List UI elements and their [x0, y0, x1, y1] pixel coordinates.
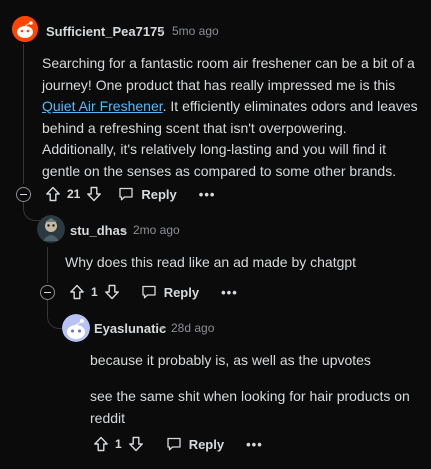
reply-icon — [167, 437, 181, 451]
comment-author[interactable]: Sufficient_Pea7175 — [46, 24, 165, 39]
collapse-icon[interactable] — [40, 284, 55, 300]
reply-label: Reply — [188, 436, 225, 452]
avatar[interactable] — [62, 314, 90, 342]
comment-actions: 1 Reply ••• — [40, 280, 238, 304]
thread-line-reply-1[interactable] — [47, 247, 48, 283]
upvote-icon[interactable] — [69, 284, 85, 300]
comment-timestamp[interactable]: 2mo ago — [133, 223, 180, 237]
comment-body: Why does this read like an ad made by ch… — [65, 254, 357, 270]
reply-icon — [119, 187, 134, 201]
more-icon[interactable]: ••• — [246, 437, 263, 452]
reply-icon — [142, 285, 156, 299]
vote-count: 21 — [67, 187, 81, 201]
downvote-icon[interactable] — [128, 436, 144, 452]
comment-timestamp[interactable]: 5mo ago — [172, 24, 219, 38]
thread-line-main[interactable] — [23, 44, 24, 184]
reply-button[interactable]: Reply — [166, 436, 224, 452]
comment-body-text: Searching for a fantastic room air fresh… — [42, 55, 415, 93]
reply-label: Reply — [163, 284, 200, 300]
upvote-icon[interactable] — [93, 436, 109, 452]
collapse-icon[interactable] — [16, 186, 31, 202]
comment-body-paragraph: because it probably is, as well as the u… — [90, 352, 371, 368]
upvote-icon[interactable] — [45, 186, 61, 202]
downvote-icon[interactable] — [104, 284, 120, 300]
comment-dot: • — [160, 321, 165, 335]
comment-body: Searching for a fantastic room air fresh… — [42, 53, 420, 182]
more-icon[interactable]: ••• — [221, 285, 238, 300]
avatar[interactable] — [37, 215, 65, 243]
comment-dot: • — [160, 24, 165, 38]
more-icon[interactable]: ••• — [199, 187, 216, 202]
reply-button[interactable]: Reply — [141, 284, 199, 300]
comment-timestamp[interactable]: 28d ago — [171, 321, 214, 335]
vote-count: 1 — [115, 437, 122, 451]
comment-actions: 1 Reply ••• — [93, 432, 263, 456]
comment-dot: • — [122, 223, 127, 237]
reply-button[interactable]: Reply — [118, 186, 177, 202]
vote-count: 1 — [91, 285, 98, 299]
comment-actions: 21 Reply ••• — [16, 182, 215, 206]
avatar[interactable] — [12, 16, 38, 42]
reply-label: Reply — [141, 186, 177, 202]
comment-body-paragraph: see the same shit when looking for hair … — [90, 388, 410, 426]
product-link[interactable]: Quiet Air Freshener — [42, 98, 163, 114]
thread-connector-1 — [23, 207, 41, 221]
thread-connector-2 — [47, 310, 62, 329]
downvote-icon[interactable] — [86, 186, 102, 202]
comment-author[interactable]: stu_dhas — [70, 223, 127, 238]
comment-author[interactable]: Eyaslunatic — [94, 321, 166, 336]
